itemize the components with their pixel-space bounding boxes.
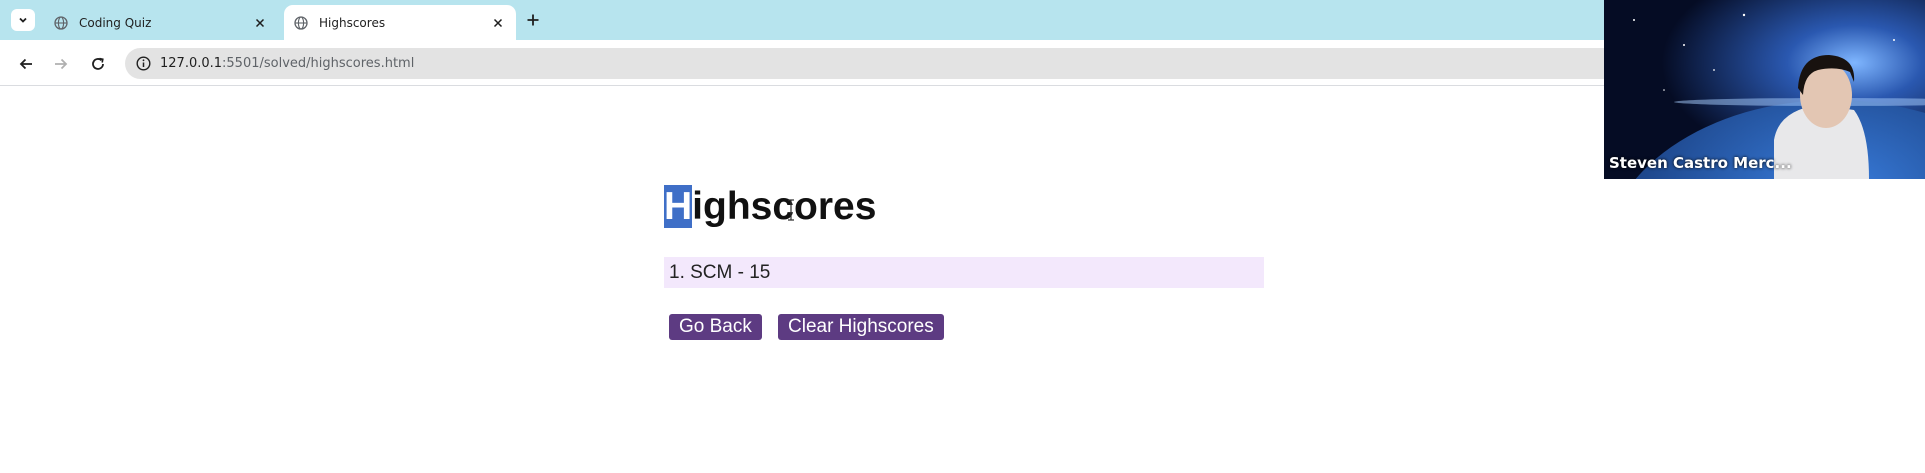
info-icon[interactable]	[134, 55, 152, 73]
reload-icon	[92, 57, 104, 70]
title-rest: ighscores	[692, 185, 877, 228]
arrow-left-icon	[19, 58, 32, 70]
forward-button[interactable]	[49, 52, 73, 76]
back-button[interactable]	[14, 52, 38, 76]
url-host: 127.0.0.1	[160, 56, 223, 71]
tab-search-button[interactable]	[11, 9, 35, 31]
participant-name: Steven Castro Merc...	[1609, 154, 1792, 172]
plus-icon	[527, 14, 539, 26]
chevron-down-icon	[19, 17, 27, 23]
selected-text: H	[664, 185, 693, 228]
tab-title: Highscores	[319, 15, 386, 30]
clear-highscores-button[interactable]: Clear Highscores	[778, 314, 944, 340]
close-icon[interactable]	[487, 12, 509, 34]
url-path: :5501/solved/highscores.html	[222, 56, 415, 71]
webcam-overlay: Steven Castro Merc...	[1604, 0, 1925, 179]
globe-icon	[53, 15, 69, 31]
text-cursor-icon	[788, 199, 794, 221]
new-tab-button[interactable]	[522, 9, 544, 31]
webcam-video	[1604, 0, 1925, 179]
globe-icon	[293, 15, 309, 31]
tab-title: Coding Quiz	[79, 15, 152, 30]
go-back-button[interactable]: Go Back	[669, 314, 762, 340]
tab-coding-quiz[interactable]: Coding Quiz	[44, 5, 278, 40]
url-text: 127.0.0.1:5501/solved/highscores.html	[160, 56, 414, 71]
reload-button[interactable]	[86, 52, 110, 76]
list-item: 1. SCM - 15	[669, 262, 771, 283]
arrow-right-icon	[55, 58, 68, 70]
tab-highscores[interactable]: Highscores	[284, 5, 516, 40]
highscore-list: 1. SCM - 15	[664, 257, 1264, 288]
page-title: Highscores	[664, 185, 876, 229]
close-icon[interactable]	[249, 12, 271, 34]
